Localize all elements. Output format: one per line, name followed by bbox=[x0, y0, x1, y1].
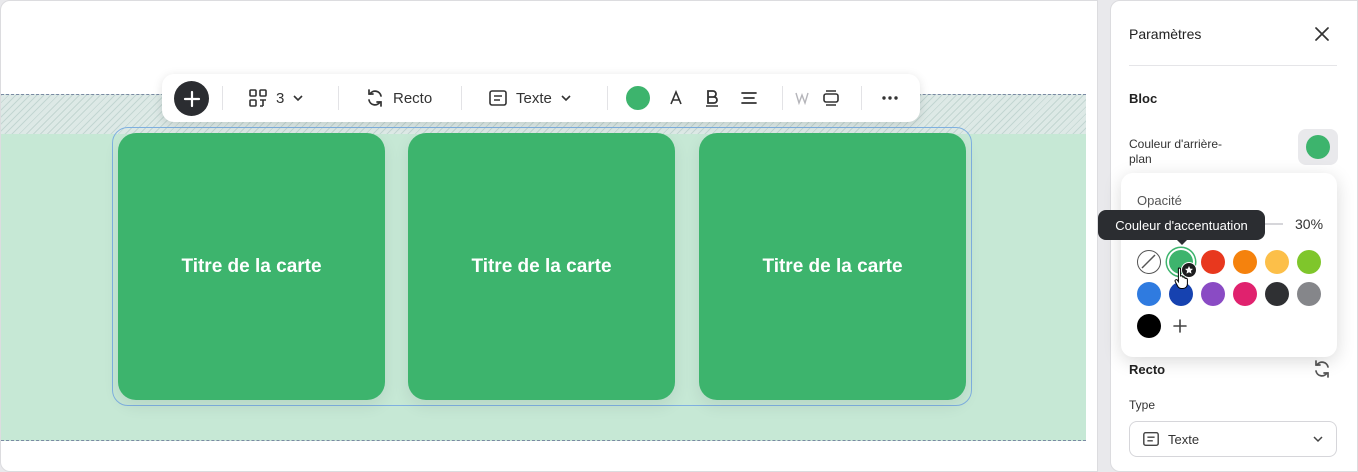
align-button[interactable] bbox=[740, 74, 758, 122]
more-options-button[interactable] bbox=[881, 74, 899, 122]
text-block-icon bbox=[1143, 431, 1159, 447]
close-icon bbox=[1315, 27, 1329, 41]
lime-swatch[interactable] bbox=[1297, 250, 1321, 274]
card-3[interactable]: Titre de la carte bbox=[699, 133, 966, 400]
type-value: Texte bbox=[1168, 431, 1200, 447]
align-center-icon bbox=[741, 92, 757, 104]
plus-icon bbox=[1173, 319, 1187, 333]
flip-face-panel-button[interactable] bbox=[1312, 359, 1332, 384]
blue-swatch[interactable] bbox=[1137, 282, 1161, 306]
section-face-title: Recto bbox=[1129, 362, 1166, 377]
card-title[interactable]: Titre de la carte bbox=[181, 256, 321, 278]
purple-swatch[interactable] bbox=[1201, 282, 1225, 306]
yellow-swatch[interactable] bbox=[1265, 250, 1289, 274]
font-color-icon bbox=[670, 90, 682, 105]
face-label: Recto bbox=[393, 89, 433, 107]
add-block-button[interactable] bbox=[174, 81, 209, 116]
panel-divider bbox=[1129, 65, 1337, 66]
card-style-button[interactable] bbox=[822, 74, 840, 122]
gray-swatch[interactable] bbox=[1297, 282, 1321, 306]
flip-face-button[interactable]: Recto bbox=[365, 74, 432, 122]
chevron-down-icon bbox=[561, 95, 571, 102]
width-icon bbox=[795, 92, 809, 105]
bold-icon bbox=[706, 90, 718, 107]
text-color-button[interactable] bbox=[668, 74, 684, 122]
content-type-label: Texte bbox=[516, 89, 552, 107]
tooltip-arrow bbox=[1176, 239, 1188, 245]
panel-title: Paramètres bbox=[1129, 26, 1202, 42]
text-block-icon bbox=[489, 90, 507, 106]
pink-swatch[interactable] bbox=[1233, 282, 1257, 306]
no-color-swatch[interactable] bbox=[1137, 250, 1161, 274]
hand-cursor-icon bbox=[1174, 267, 1188, 289]
refresh-icon bbox=[368, 89, 382, 107]
type-select[interactable]: Texte bbox=[1129, 421, 1337, 457]
color-picker-button[interactable] bbox=[626, 74, 650, 122]
plus-icon bbox=[183, 90, 200, 107]
background-color-button[interactable] bbox=[1298, 129, 1338, 165]
opacity-label: Opacité bbox=[1137, 193, 1182, 208]
width-button[interactable] bbox=[795, 74, 809, 122]
red-swatch[interactable] bbox=[1201, 250, 1225, 274]
columns-count: 3 bbox=[276, 89, 285, 107]
type-label: Type bbox=[1129, 398, 1156, 412]
refresh-icon bbox=[1315, 360, 1329, 378]
chevron-down-icon bbox=[1313, 436, 1323, 443]
card-style-icon bbox=[823, 90, 839, 106]
block-toolbar: 3 Recto Texte bbox=[162, 74, 920, 122]
orange-swatch[interactable] bbox=[1233, 250, 1257, 274]
content-type-dropdown[interactable]: Texte bbox=[488, 74, 572, 122]
add-color-button[interactable] bbox=[1171, 317, 1189, 335]
section-block-title: Bloc bbox=[1129, 91, 1158, 106]
chevron-down-icon bbox=[293, 95, 303, 102]
more-horizontal-icon bbox=[882, 96, 898, 100]
color-swatch bbox=[1306, 135, 1330, 159]
charcoal-swatch[interactable] bbox=[1265, 282, 1289, 306]
opacity-value: 30% bbox=[1295, 216, 1324, 232]
background-color-label: Couleur d'arrière- plan bbox=[1129, 137, 1222, 166]
grid-layout-icon bbox=[249, 89, 267, 107]
no-color-icon bbox=[1141, 254, 1156, 269]
bold-button[interactable] bbox=[704, 74, 720, 122]
accent-color-tooltip: Couleur d'accentuation bbox=[1098, 210, 1265, 240]
columns-dropdown[interactable]: 3 bbox=[248, 74, 304, 122]
color-picker-popover: Opacité 30% bbox=[1121, 173, 1337, 357]
card-2[interactable]: Titre de la carte bbox=[408, 133, 675, 400]
card-title[interactable]: Titre de la carte bbox=[762, 256, 902, 278]
close-panel-button[interactable] bbox=[1311, 23, 1333, 45]
black-swatch[interactable] bbox=[1137, 314, 1161, 338]
color-swatch bbox=[626, 86, 650, 110]
card-title[interactable]: Titre de la carte bbox=[471, 256, 611, 278]
card-1[interactable]: Titre de la carte bbox=[118, 133, 385, 400]
